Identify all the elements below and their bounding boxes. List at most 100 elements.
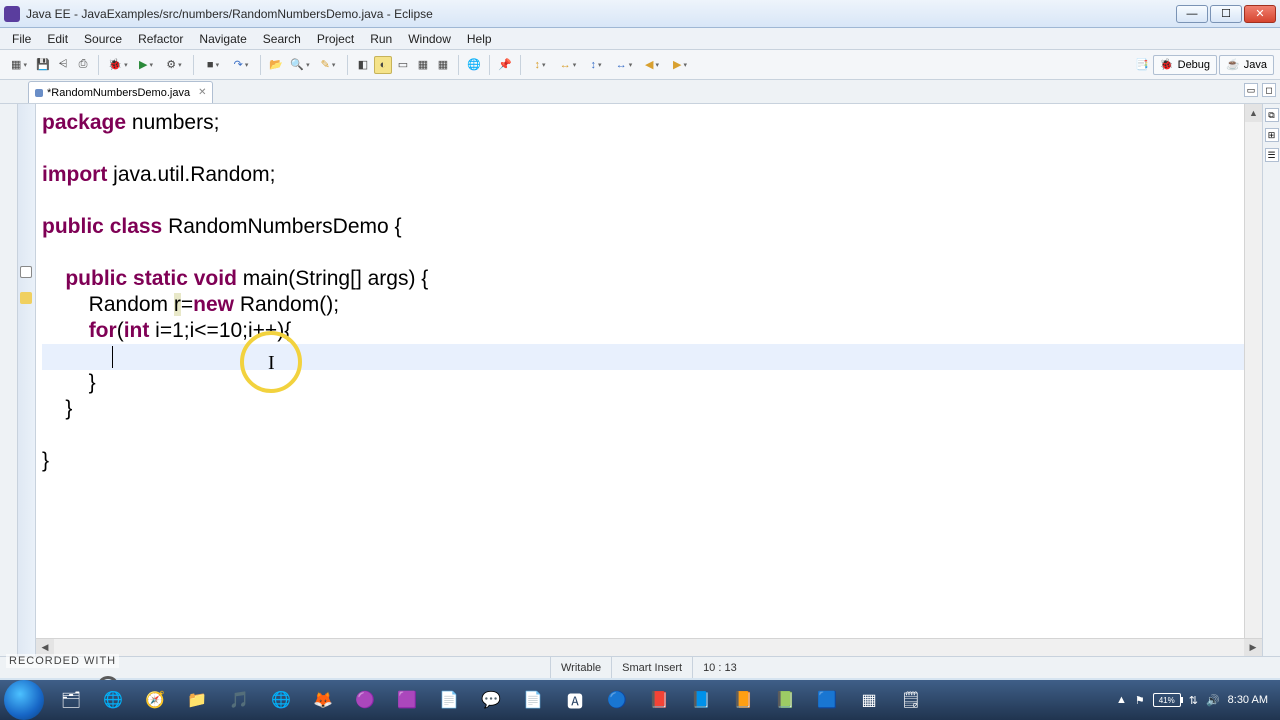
open-type-button[interactable]: 📂 (267, 56, 285, 74)
code-text: Random (42, 293, 174, 316)
toolbar-separator (520, 55, 521, 75)
close-button[interactable]: ✕ (1244, 5, 1276, 23)
code-text: RandomNumbersDemo { (162, 215, 401, 238)
taskbar-app[interactable]: 📙 (723, 684, 763, 716)
taskbar-app[interactable]: 🌐 (93, 684, 133, 716)
debug-button[interactable]: 🐞 (105, 56, 131, 74)
minimize-button[interactable]: — (1176, 5, 1208, 23)
taskbar-app[interactable]: 🧭 (135, 684, 175, 716)
browser-button[interactable]: 🌐 (465, 56, 483, 74)
maximize-button[interactable]: ☐ (1210, 5, 1242, 23)
perspective-debug[interactable]: 🐞Debug (1153, 55, 1217, 75)
show-ws-button[interactable]: ▦ (414, 56, 432, 74)
menu-run[interactable]: Run (362, 30, 400, 48)
editor-tab[interactable]: *RandomNumbersDemo.java ✕ (28, 81, 213, 103)
menu-help[interactable]: Help (459, 30, 500, 48)
status-cursor-pos: 10 : 13 (692, 657, 747, 678)
new-button[interactable]: ▦ (6, 56, 32, 74)
status-writable: Writable (550, 657, 611, 678)
save-button[interactable]: 💾 (34, 56, 52, 74)
tab-minimize-icon[interactable]: ▭ (1244, 83, 1258, 97)
task-view-icon[interactable]: ☰ (1265, 148, 1279, 162)
taskbar-app[interactable]: 🗒 (891, 684, 931, 716)
menu-project[interactable]: Project (309, 30, 362, 48)
mark-button[interactable]: ▭ (394, 56, 412, 74)
taskbar-app[interactable]: 🅰 (555, 684, 595, 716)
toggle-bp-button[interactable]: ◧ (354, 56, 372, 74)
status-bar: Writable Smart Insert 10 : 13 (0, 656, 1280, 678)
marker-ruler[interactable] (18, 104, 36, 660)
run-ext-button[interactable]: ⚙ (161, 56, 187, 74)
taskbar-app[interactable]: 📗 (765, 684, 805, 716)
print-button[interactable]: ⎙ (74, 56, 92, 74)
forward-button[interactable]: ▶ (667, 56, 693, 74)
network-icon[interactable]: ⇅ (1189, 694, 1198, 707)
fold-collapse-icon[interactable] (20, 266, 32, 278)
menu-file[interactable]: File (4, 30, 39, 48)
scrollbar-track[interactable] (1245, 122, 1262, 642)
restore-view-icon[interactable]: ⧉ (1265, 108, 1279, 122)
kw-class: class (110, 215, 163, 238)
taskbar-app[interactable]: 📕 (639, 684, 679, 716)
prev-annotation-button[interactable]: ↔ (611, 56, 637, 74)
search-button[interactable]: 🔍 (287, 56, 313, 74)
taskbar-app[interactable]: 📄 (429, 684, 469, 716)
skip-bp-button[interactable]: ◐ (374, 56, 392, 74)
editor-vertical-scrollbar[interactable]: ▲ ▼ (1244, 104, 1262, 660)
menu-search[interactable]: Search (255, 30, 309, 48)
start-button[interactable] (4, 680, 44, 720)
perspective-java[interactable]: ☕Java (1219, 55, 1274, 75)
flag-icon[interactable]: ⚑ (1135, 694, 1145, 707)
taskbar-app[interactable]: 🟣 (345, 684, 385, 716)
taskbar-app[interactable]: ▦ (849, 684, 889, 716)
warning-marker-icon[interactable] (20, 292, 32, 304)
block-sel-button[interactable]: ▦ (434, 56, 452, 74)
run-button[interactable]: ▶ (133, 56, 159, 74)
var-r: r (174, 293, 181, 316)
task-button[interactable]: ✎ (315, 56, 341, 74)
windows-taskbar: 🗂 🌐 🧭 📁 🎵 🌐 🦊 🟣 🟪 📄 💬 📄 🅰 🔵 📕 📘 📙 📗 🟦 ▦ … (0, 680, 1280, 720)
perspective-label: Debug (1178, 59, 1210, 71)
new-servlet-button[interactable]: ↷ (228, 56, 254, 74)
taskbar-app[interactable]: 🔵 (597, 684, 637, 716)
code-text: Random(); (234, 293, 339, 316)
outline-view-icon[interactable]: ⊞ (1265, 128, 1279, 142)
back-button[interactable]: ◀ (639, 56, 665, 74)
taskbar-app[interactable]: 🌐 (261, 684, 301, 716)
scroll-right-icon[interactable]: ▶ (1244, 639, 1262, 656)
next-annotation-button[interactable]: ↕ (583, 56, 609, 74)
menu-edit[interactable]: Edit (39, 30, 76, 48)
taskbar-app[interactable]: 🗂 (51, 684, 91, 716)
pin-button[interactable]: 📌 (496, 56, 514, 74)
nav-next-button[interactable]: ↔ (555, 56, 581, 74)
open-perspective-button[interactable]: 📑 (1133, 56, 1151, 74)
taskbar-app[interactable]: 🟦 (807, 684, 847, 716)
taskbar-app[interactable]: 📄 (513, 684, 553, 716)
tab-maximize-icon[interactable]: ◻ (1262, 83, 1276, 97)
new-server-button[interactable]: ■ (200, 56, 226, 74)
taskbar-app[interactable]: 🟪 (387, 684, 427, 716)
kw-import: import (42, 163, 107, 186)
code-editor[interactable]: package numbers; import java.util.Random… (36, 104, 1262, 660)
taskbar-app[interactable]: 📘 (681, 684, 721, 716)
taskbar-app[interactable]: 🦊 (303, 684, 343, 716)
editor-horizontal-scrollbar[interactable]: ◀ ▶ (36, 638, 1262, 656)
scroll-up-icon[interactable]: ▲ (1245, 104, 1262, 122)
taskbar-app[interactable]: 💬 (471, 684, 511, 716)
save-all-button[interactable]: ⩤ (54, 56, 72, 74)
volume-icon[interactable]: 🔊 (1206, 694, 1220, 707)
nav-last-button[interactable]: ↕ (527, 56, 553, 74)
taskbar-app[interactable]: 📁 (177, 684, 217, 716)
tab-close-icon[interactable]: ✕ (198, 87, 206, 98)
menu-source[interactable]: Source (76, 30, 130, 48)
window-buttons: — ☐ ✕ (1176, 5, 1276, 23)
menu-refactor[interactable]: Refactor (130, 30, 191, 48)
tray-clock[interactable]: 8:30 AM (1228, 694, 1268, 706)
taskbar-app[interactable]: 🎵 (219, 684, 259, 716)
menu-navigate[interactable]: Navigate (191, 30, 254, 48)
battery-icon[interactable]: 41% (1153, 693, 1181, 707)
tray-overflow-icon[interactable]: ▲ (1116, 694, 1127, 706)
toolbar-separator (98, 55, 99, 75)
scrollbar-track[interactable] (54, 639, 1244, 656)
menu-window[interactable]: Window (400, 30, 459, 48)
